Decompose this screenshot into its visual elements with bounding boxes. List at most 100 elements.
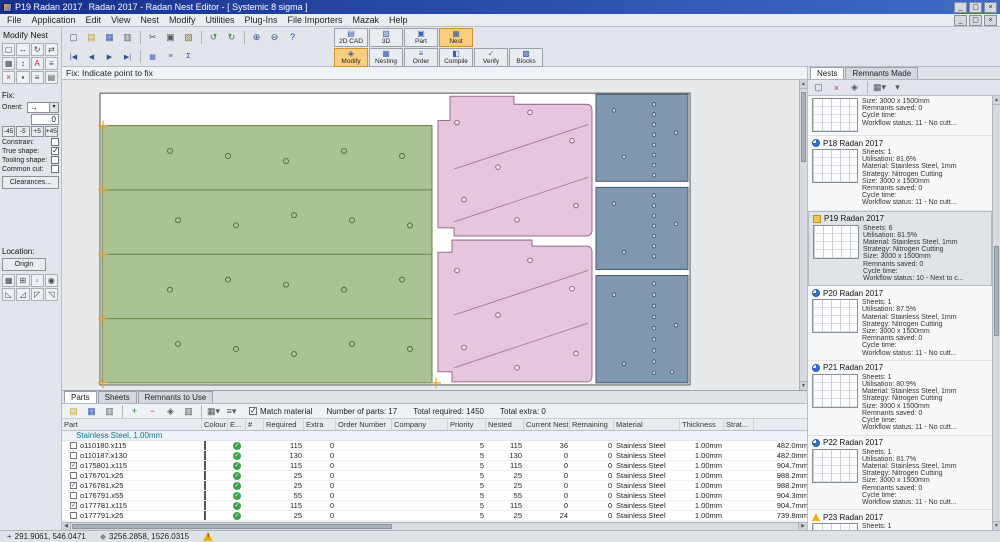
tab-sheets[interactable]: Sheets <box>98 391 137 403</box>
angle-input[interactable]: 0 <box>31 114 59 125</box>
new-nest-icon[interactable]: ▢ <box>810 80 827 96</box>
menu-plug-ins[interactable]: Plug-Ins <box>239 15 282 25</box>
scroll-up-icon[interactable]: ▲ <box>993 96 1000 105</box>
mirror-icon[interactable]: ⇄ <box>45 43 58 56</box>
column-header-end[interactable] <box>754 419 807 430</box>
table-row[interactable]: o110187.x130✓1300513000Stainless Steel1.… <box>62 451 807 461</box>
mode-nesting-button[interactable]: ▦Nesting <box>369 48 403 67</box>
zoom-out-icon[interactable]: ⊖ <box>266 29 283 45</box>
align-icon[interactable]: ≡ <box>31 71 44 84</box>
delete-nest-icon[interactable]: × <box>828 80 845 96</box>
rotate-icon[interactable]: ↻ <box>31 43 44 56</box>
menu-file[interactable]: File <box>2 15 27 25</box>
scroll-down-icon[interactable]: ▼ <box>993 521 1000 530</box>
table-row[interactable]: o177791.x25✓250525240Stainless Steel1.00… <box>62 511 807 521</box>
tooling-shape-checkbox[interactable] <box>51 156 59 164</box>
nest-thumbnail[interactable] <box>812 149 858 183</box>
table-row[interactable]: ✓o177781.x115✓1150511500Stainless Steel1… <box>62 501 807 511</box>
nest-thumbnail[interactable] <box>812 374 858 408</box>
nest-thumbnail[interactable] <box>812 449 858 483</box>
nest-thumbnail[interactable] <box>812 299 858 333</box>
scroll-thumb[interactable] <box>994 246 999 336</box>
menu-file-importers[interactable]: File Importers <box>283 15 348 25</box>
print-icon[interactable]: ▥ <box>101 405 118 418</box>
blue-parts[interactable] <box>596 94 688 383</box>
first-page-icon[interactable]: |◀ <box>65 49 82 65</box>
material-group-row[interactable]: Stainless Steel, 1.00mm <box>62 431 807 441</box>
help-icon[interactable]: ? <box>284 29 301 45</box>
nest-item[interactable]: P22 Radan 2017Sheets: 1Utilisation: 81.7… <box>808 436 992 511</box>
scroll-thumb[interactable] <box>72 524 392 529</box>
tab-nests[interactable]: Nests <box>810 67 844 79</box>
paste-icon[interactable]: ▨ <box>180 29 197 45</box>
undo-icon[interactable]: ↺ <box>205 29 222 45</box>
part-checkbox[interactable] <box>70 442 77 449</box>
rotate-plus5-button[interactable]: +5 <box>31 126 44 137</box>
filter-dropdown-icon[interactable]: ▦▾ <box>205 405 222 418</box>
common-cut-checkbox[interactable] <box>51 165 59 173</box>
close-button[interactable]: × <box>984 2 997 13</box>
workspace-3d-button[interactable]: ▧3D <box>369 28 403 47</box>
minimize-button[interactable]: _ <box>954 2 967 13</box>
part-checkbox[interactable] <box>70 492 77 499</box>
clearances-button[interactable]: Clearances... <box>2 176 59 189</box>
column-header-[interactable]: # <box>246 419 264 430</box>
delete-icon[interactable]: × <box>2 71 15 84</box>
mode-modify-button[interactable]: ◈Modify <box>334 48 368 67</box>
table-row[interactable]: ✓o176781.x25✓25052500Stainless Steel1.00… <box>62 481 807 491</box>
menu-view[interactable]: View <box>106 15 135 25</box>
scroll-left-icon[interactable]: ◀ <box>62 523 71 530</box>
orient-dropdown[interactable]: → ▾ <box>27 102 59 113</box>
view-dropdown-icon[interactable]: ≡▾ <box>223 405 240 418</box>
column-header-remaining[interactable]: Remaining <box>570 419 614 430</box>
column-header-colour[interactable]: Colour <box>202 419 228 430</box>
table-row[interactable]: o110180.x115✓11505115360Stainless Steel1… <box>62 441 807 451</box>
parts-horizontal-scrollbar[interactable]: ◀ ▶ <box>62 522 807 530</box>
menu-application[interactable]: Application <box>27 15 81 25</box>
part-checkbox[interactable] <box>70 452 77 459</box>
save-icon[interactable]: ▦ <box>101 29 118 45</box>
nest-thumbnail[interactable] <box>812 523 858 530</box>
workspace-2d-cad-button[interactable]: ▤2D CAD <box>334 28 368 47</box>
menu-modify[interactable]: Modify <box>164 15 201 25</box>
nest-item[interactable]: P20 Radan 2017Sheets: 1Utilisation: 87.5… <box>808 286 992 361</box>
corner-bottom-right-icon[interactable]: ◿ <box>16 288 29 301</box>
part-checkbox[interactable] <box>70 512 77 519</box>
move-icon[interactable]: ↔ <box>16 43 29 56</box>
column-header-order-number[interactable]: Order Number <box>336 419 392 430</box>
mode-compile-button[interactable]: ◧Compile <box>439 48 473 67</box>
select-icon[interactable]: ▢ <box>2 43 15 56</box>
text-icon[interactable]: A <box>31 57 44 70</box>
sum-icon[interactable]: Σ <box>180 49 197 65</box>
prev-page-icon[interactable]: ◀ <box>83 49 100 65</box>
scroll-thumb[interactable] <box>801 92 806 162</box>
menu-edit[interactable]: Edit <box>81 15 107 25</box>
tab-remnants-made[interactable]: Remnants Made <box>845 67 918 79</box>
nest-thumbnail[interactable] <box>812 98 858 132</box>
mdi-restore-button[interactable]: ▢ <box>969 15 982 26</box>
origin-snap-icon[interactable]: ▦ <box>2 274 15 287</box>
column-header-strat[interactable]: Strat... <box>724 419 754 430</box>
list-view-icon[interactable]: ≡ <box>162 49 179 65</box>
part-checkbox[interactable] <box>70 472 77 479</box>
match-material-checkbox[interactable] <box>249 407 257 415</box>
save-icon[interactable]: ▦ <box>83 405 100 418</box>
corner-bottom-left-icon[interactable]: ◺ <box>2 288 15 301</box>
column-header-current-nest[interactable]: Current Nest <box>524 419 570 430</box>
grid-snap-icon[interactable]: ⊞ <box>16 274 29 287</box>
table-row[interactable]: ✓o175801.x115✓1150511500Stainless Steel1… <box>62 461 807 471</box>
workspace-nest-button[interactable]: ▦Nest <box>439 28 473 47</box>
nest-thumbnail[interactable] <box>813 225 859 259</box>
canvas-vertical-scrollbar[interactable]: ▲ ▼ <box>799 80 807 390</box>
column-header-extra[interactable]: Extra <box>304 419 336 430</box>
rotate-plus45-button[interactable]: +45 <box>45 126 58 137</box>
nest-item[interactable]: P21 Radan 2017Sheets: 1Utilisation: 80.9… <box>808 361 992 436</box>
origin-button[interactable]: Origin <box>2 258 46 271</box>
tab-parts[interactable]: Parts <box>64 391 97 403</box>
scroll-up-icon[interactable]: ▲ <box>800 80 807 89</box>
table-row[interactable]: o176701.x25✓25052500Stainless Steel1.00m… <box>62 471 807 481</box>
remove-part-icon[interactable]: − <box>144 405 161 418</box>
cut-icon[interactable]: ✂ <box>144 29 161 45</box>
menu-help[interactable]: Help <box>384 15 413 25</box>
green-parts[interactable] <box>102 126 458 383</box>
